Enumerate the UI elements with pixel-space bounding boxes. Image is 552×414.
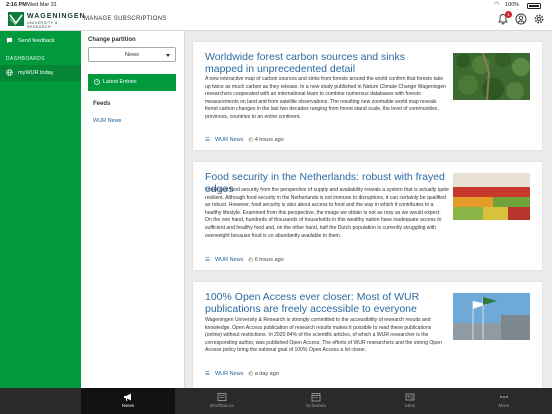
page-title: MANAGE SUBSCRIPTIONS <box>84 16 167 22</box>
logo-subtitle: UNIVERSITY & RESEARCH <box>27 21 58 29</box>
latest-entries-button[interactable]: Latest Entries <box>88 74 176 91</box>
news-feed: Worldwide forest carbon sources and sink… <box>186 31 552 388</box>
send-feedback-label: Send feedback <box>18 38 55 44</box>
tab-idetx[interactable]: Idetx <box>363 388 457 414</box>
subscription-panel: Change partition News Latest Entries Fee… <box>81 31 185 388</box>
article-body: A new interactive map of carbon sources … <box>205 76 447 120</box>
tab-schedule-label: Schedule <box>305 404 326 409</box>
dashboards-heading: DASHBOARDS <box>6 56 46 62</box>
newspaper-icon <box>217 393 227 401</box>
tab-news-label: News <box>122 404 134 409</box>
rss-icon: ☰ <box>205 137 210 143</box>
bottom-tab-bar: News Briefstacca Schedule Idetx More <box>0 388 552 414</box>
battery-percent: 100% <box>505 2 520 8</box>
send-feedback-button[interactable]: Send feedback <box>0 33 81 49</box>
article-title[interactable]: 100% Open Access ever closer: Most of WU… <box>205 291 445 315</box>
tab-more-label: More <box>498 404 510 409</box>
logo-mark-icon <box>8 12 24 26</box>
megaphone-icon <box>124 393 131 402</box>
article-card[interactable]: Food security in the Netherlands: robust… <box>192 161 543 271</box>
tab-news[interactable]: News <box>81 388 175 414</box>
rss-icon: ☰ <box>205 371 210 377</box>
tab-more[interactable]: More <box>457 388 551 414</box>
wur-logo[interactable]: WAGENINGEN UNIVERSITY & RESEARCH <box>8 11 85 29</box>
sidebar: Send feedback DASHBOARDS myWUR today <box>0 31 81 388</box>
sidebar-item-label: myWUR today <box>18 70 54 76</box>
latest-entries-label: Latest Entries <box>103 79 137 85</box>
more-dots-icon <box>500 396 508 398</box>
settings-icon[interactable] <box>533 13 545 25</box>
forest-aerial-image <box>453 53 530 100</box>
article-body: Looking at food security from the perspe… <box>205 187 449 239</box>
user-icon[interactable] <box>515 13 527 25</box>
chevron-down-icon <box>166 54 170 57</box>
article-title[interactable]: Worldwide forest carbon sources and sink… <box>205 51 445 75</box>
article-meta: ☰ WUR News ◴ 4 hours ago <box>205 137 284 143</box>
feed-item-wur-news[interactable]: WUR News <box>93 118 121 124</box>
status-time: 2:16 PM <box>6 2 27 8</box>
partition-value: News <box>125 52 139 58</box>
article-source[interactable]: WUR News <box>215 257 243 263</box>
globe-icon <box>6 69 13 76</box>
status-date: Wed Mar 31 <box>27 2 57 8</box>
top-bar: 2:16 PM Wed Mar 31 ◠ 100% WAGENINGEN UNI… <box>0 0 552 31</box>
article-time: a day ago <box>254 371 279 377</box>
rss-icon: ☰ <box>205 257 210 263</box>
change-partition-label: Change partition <box>88 37 136 43</box>
calendar-icon <box>311 393 321 402</box>
supermarket-produce-image <box>453 173 530 220</box>
tab-briefstacca[interactable]: Briefstacca <box>175 388 269 414</box>
clock-icon <box>94 79 100 85</box>
article-card[interactable]: 100% Open Access ever closer: Most of WU… <box>192 281 543 388</box>
article-body: Wageningen University & Research is stro… <box>205 317 442 354</box>
logo-name: WAGENINGEN <box>27 13 86 20</box>
article-card[interactable]: Worldwide forest carbon sources and sink… <box>192 41 543 151</box>
article-source[interactable]: WUR News <box>215 371 243 377</box>
article-meta: ☰ WUR News ◴ 6 hours ago <box>205 257 284 263</box>
tab-briefstacca-label: Briefstacca <box>210 404 234 409</box>
tab-idetx-label: Idetx <box>404 404 416 409</box>
battery-icon <box>527 3 541 9</box>
chat-icon <box>6 37 13 44</box>
feeds-heading: Feeds <box>93 101 111 107</box>
tab-schedule[interactable]: Schedule <box>269 388 363 414</box>
article-time: 6 hours ago <box>254 257 284 263</box>
wifi-icon: ◠ <box>494 2 500 8</box>
id-card-icon <box>405 393 415 401</box>
partition-select[interactable]: News <box>88 47 176 62</box>
sidebar-item-mywur-today[interactable]: myWUR today <box>0 65 81 81</box>
status-bar: 2:16 PM Wed Mar 31 ◠ 100% <box>0 0 552 10</box>
notification-badge: 1 <box>505 11 512 18</box>
article-time: 4 hours ago <box>254 137 284 143</box>
article-meta: ☰ WUR News ◴ a day ago <box>205 371 279 377</box>
flags-building-image <box>453 293 530 340</box>
article-source[interactable]: WUR News <box>215 137 243 143</box>
